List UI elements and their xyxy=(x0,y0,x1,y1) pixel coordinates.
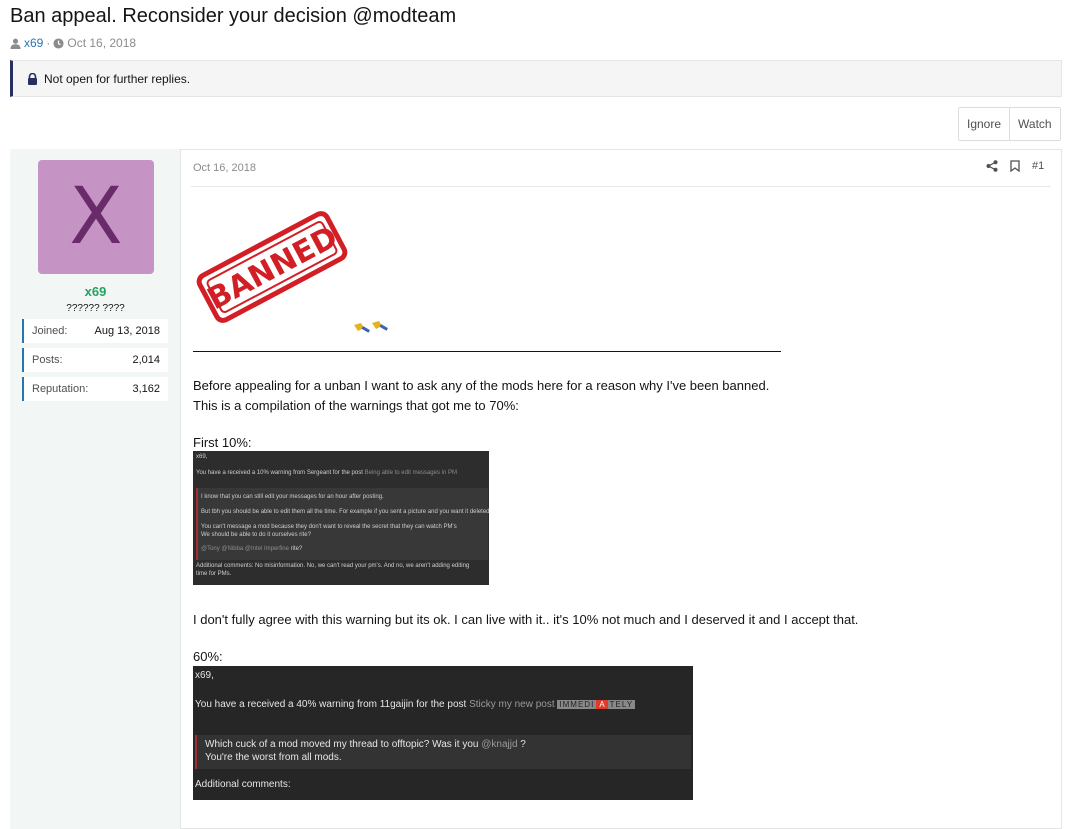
share-icon[interactable] xyxy=(986,160,998,172)
thread-author-link[interactable]: x69 xyxy=(24,36,43,50)
post-text-line: I don't fully agree with this warning bu… xyxy=(193,612,859,627)
meta-separator: · xyxy=(46,36,51,50)
shot-line: x69, xyxy=(195,670,214,681)
shot-line: But tbh you should be able to edit them … xyxy=(201,509,490,515)
shot-line: Which cuck of a mod moved my thread to o… xyxy=(205,739,526,750)
shot-line: x69, xyxy=(196,454,208,460)
stat-label: Posts: xyxy=(32,354,63,366)
username-link[interactable]: x69 xyxy=(10,284,181,299)
shot-text: Sticky my new post xyxy=(469,699,558,710)
post-actions: #1 xyxy=(986,160,1044,172)
clock-icon xyxy=(53,37,64,49)
thread-title: Ban appeal. Reconsider your decision @mo… xyxy=(10,5,457,27)
shot-tag: TELY xyxy=(607,700,636,709)
shot-text: You have a received a 40% warning from 1… xyxy=(195,699,470,710)
warning-screenshot-2[interactable]: x69, You have a received a 40% warning f… xyxy=(193,666,693,800)
post-date[interactable]: Oct 16, 2018 xyxy=(193,162,256,174)
stat-label: Joined: xyxy=(32,325,68,337)
shot-line: time for PMs. xyxy=(196,571,232,577)
shot-text: rite? xyxy=(290,546,303,552)
locked-notice: Not open for further replies. xyxy=(10,60,1062,97)
user-stat-reputation: Reputation: 3,162 xyxy=(22,377,168,401)
stat-value: 3,162 xyxy=(132,383,160,395)
shot-line: You have a received a 40% warning from 1… xyxy=(195,699,636,710)
shot-line: @Tony @Nibba @Intel Imperfine rite? xyxy=(201,546,302,552)
shot-line: Additional comments: No misinformation. … xyxy=(196,563,470,569)
stat-value: Aug 13, 2018 xyxy=(94,325,160,337)
shot-text: @Tony @Nibba @Intel Imperfine xyxy=(201,546,291,552)
shot-line: You have a received a 10% warning from S… xyxy=(196,470,457,476)
shot-line: You're the worst from all mods. xyxy=(205,752,342,763)
shot-text: Which cuck of a mod moved my thread to o… xyxy=(205,739,482,750)
shot-quote: I know that you can still edit your mess… xyxy=(196,488,490,560)
watch-button[interactable]: Watch xyxy=(1009,108,1060,140)
user-title: ?????? ???? xyxy=(66,303,125,314)
user-stat-joined: Joined: Aug 13, 2018 xyxy=(22,319,168,343)
first-warning-label: First 10%: xyxy=(193,435,252,450)
post-header-divider xyxy=(191,186,1051,187)
horizontal-rule xyxy=(193,351,781,352)
shot-line: We should be able to do it ourselves rit… xyxy=(201,532,311,538)
shot-line: Additional comments: xyxy=(195,779,291,790)
hammer-emoji-icon xyxy=(354,321,388,333)
shot-tag: IMMEDI xyxy=(557,700,597,709)
user-icon xyxy=(10,38,21,49)
shot-tag: A xyxy=(596,700,608,709)
stat-value: 2,014 xyxy=(132,354,160,366)
avatar[interactable]: X xyxy=(38,160,154,274)
shot-text: @knajjd xyxy=(481,739,518,750)
thread-meta: x69 · Oct 16, 2018 xyxy=(10,36,136,50)
shot-line: I know that you can still edit your mess… xyxy=(201,494,384,500)
post-text-line: This is a compilation of the warnings th… xyxy=(193,398,519,413)
thread-actions: Ignore Watch xyxy=(958,107,1061,141)
lock-icon xyxy=(28,72,37,85)
ignore-button[interactable]: Ignore xyxy=(959,108,1009,140)
bookmark-icon[interactable] xyxy=(1010,160,1020,172)
post-number-link[interactable]: #1 xyxy=(1032,160,1044,172)
warning-screenshot-1[interactable]: x69, You have a received a 10% warning f… xyxy=(193,451,490,585)
post-text-line: Before appealing for a unban I want to a… xyxy=(193,378,770,393)
sixty-warning-label: 60%: xyxy=(193,649,223,664)
banned-stamp-image: BANNED xyxy=(196,211,348,323)
shot-quote: Which cuck of a mod moved my thread to o… xyxy=(195,735,691,769)
shot-text: You have a received a 10% warning from S… xyxy=(196,470,365,476)
user-stat-posts: Posts: 2,014 xyxy=(22,348,168,372)
shot-text: Being able to edit messages in PM xyxy=(364,470,457,476)
notice-text: Not open for further replies. xyxy=(44,71,191,86)
shot-text: ? xyxy=(517,739,526,750)
thread-date[interactable]: Oct 16, 2018 xyxy=(67,36,136,50)
shot-line: You can't message a mod because they don… xyxy=(201,524,457,530)
stat-label: Reputation: xyxy=(32,383,89,395)
